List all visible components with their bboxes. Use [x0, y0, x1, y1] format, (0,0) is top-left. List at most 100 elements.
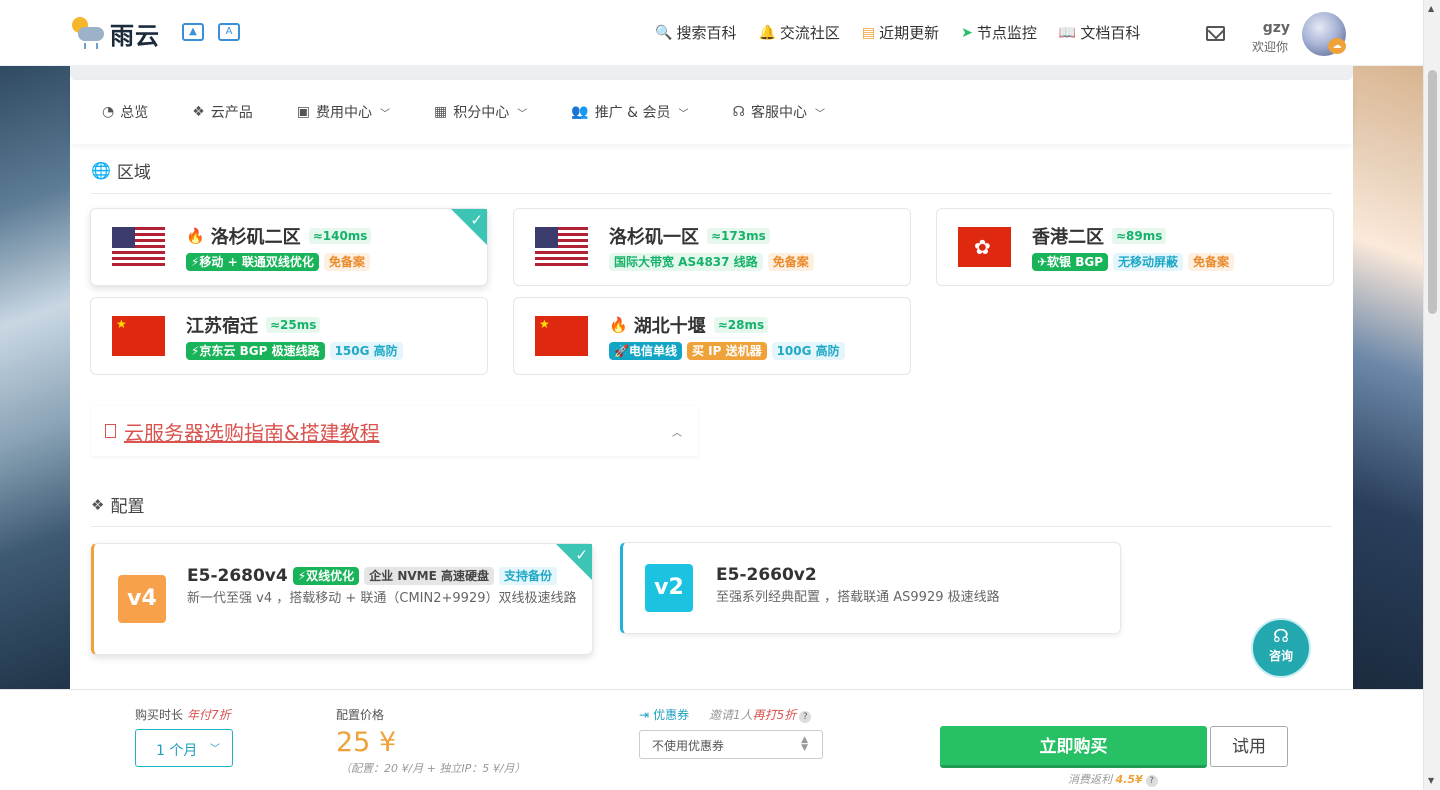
- config-tag: ⚡双线优化: [292, 567, 360, 585]
- document-icon: [105, 424, 116, 438]
- dashboard-icon: ◔: [102, 104, 115, 120]
- translate-icon[interactable]: A: [218, 23, 240, 41]
- coupon-label[interactable]: ⇥ 优惠券: [639, 706, 689, 723]
- headset-icon: ☊: [732, 104, 745, 120]
- price-breakdown: （配置：20 ¥/月 + 独立IP：5 ¥/月）: [340, 762, 526, 775]
- background-art-left: [0, 66, 70, 696]
- region-tag: 100G 高防: [771, 342, 845, 360]
- scroll-down-icon[interactable]: ▼: [1428, 776, 1434, 785]
- coupon-select[interactable]: 不使用优惠券 ▲ ▼: [639, 730, 823, 759]
- logo[interactable]: 雨云: [70, 15, 160, 51]
- region-card-jiangsu-suqian[interactable]: 江苏宿迁≈25ms ⚡京东云 BGP 极速线路 150G 高防: [90, 297, 488, 375]
- buy-now-button[interactable]: 立即购买: [940, 726, 1207, 768]
- duration-label: 购买时长 年付7折: [135, 708, 231, 722]
- check-icon: ✓: [470, 211, 483, 229]
- price-label: 配置价格: [336, 708, 385, 722]
- config-section-title: ❖ 配置: [91, 495, 145, 518]
- guide-collapsible[interactable]: 云服务器选购指南&搭建教程 ︿: [91, 406, 698, 456]
- chevron-down-icon: ﹀: [210, 744, 220, 755]
- hk-flag-icon: [958, 227, 1011, 267]
- background-art-right: [1353, 66, 1423, 696]
- region-card-hubei-shiyan[interactable]: 🔥湖北十堰≈28ms 🚀电信单线 买 IP 送机器 100G 高防: [513, 297, 911, 375]
- latency-badge: ≈25ms: [266, 317, 321, 333]
- guide-link[interactable]: 云服务器选购指南&搭建教程: [124, 417, 380, 446]
- mail-icon[interactable]: [1206, 26, 1225, 41]
- fire-icon: 🔥: [186, 227, 205, 245]
- subnav-billing[interactable]: ▣ 费用中心 ﹀: [297, 102, 390, 122]
- price-value: 25 ¥: [336, 727, 397, 758]
- chevron-down-icon: ﹀: [380, 108, 391, 120]
- weather-cloud-icon: [70, 15, 106, 51]
- subnav-cloud-products[interactable]: ❖ 云产品: [192, 102, 253, 122]
- config-card-e5-2680v4[interactable]: v4 E5-2680v4 ⚡双线优化 企业 NVME 高速硬盘 支持备份 新一代…: [91, 543, 593, 655]
- nav-docs[interactable]: 📖 文档百科: [1059, 22, 1140, 43]
- cloud-badge-icon: ☁: [1328, 38, 1346, 54]
- headset-icon: ☊: [1273, 626, 1289, 647]
- config-card-e5-2660v2[interactable]: v2 E5-2660v2 至强系列经典配置 ，搭载联通 AS9929 极速线路: [620, 542, 1121, 634]
- chevron-down-icon: ﹀: [678, 108, 689, 120]
- rebate-info: 消费返利 4.5¥?: [1068, 771, 1158, 787]
- region-tag: 无移动屏蔽: [1113, 253, 1184, 271]
- scroll-up-icon[interactable]: ▲: [1428, 4, 1434, 13]
- latency-badge: ≈89ms: [1112, 228, 1167, 244]
- sub-nav: ◔ 总览 ❖ 云产品 ▣ 费用中心 ﹀ ▦ 积分中心 ﹀ 👥 推广 & 会员 ﹀ ☊ 客服中心 ﹀: [70, 80, 1353, 144]
- scrollbar-thumb[interactable]: [1428, 70, 1437, 314]
- globe-icon: 🌐: [91, 161, 111, 180]
- chevron-up-icon[interactable]: ︿: [672, 424, 682, 439]
- invite-promo: 邀请1人再打5折?: [709, 706, 812, 723]
- chevron-down-icon: ﹀: [814, 108, 825, 120]
- user-name[interactable]: gzy: [1258, 20, 1290, 36]
- trial-button[interactable]: 试用: [1210, 726, 1288, 767]
- fire-icon: 🔥: [609, 316, 628, 334]
- search-icon: 🔍: [655, 24, 673, 41]
- send-icon: ➤: [961, 24, 973, 41]
- region-tag: 免备案: [767, 253, 814, 271]
- bell-icon: 🔔: [758, 24, 776, 41]
- us-flag-icon: [112, 227, 165, 267]
- region-card-la1[interactable]: 洛杉矶一区 ≈173ms 国际大带宽 AS4837 线路 免备案: [513, 208, 911, 286]
- region-tag: ⚡移动 + 联通双线优化: [186, 253, 319, 271]
- cubes-icon: ❖: [91, 495, 105, 514]
- top-nav: 🔍 搜索百科 🔔 交流社区 ▤ 近期更新 ➤ 节点监控 📖 文档百科: [655, 22, 1140, 43]
- region-section-title: 🌐 区域: [91, 161, 151, 183]
- page-scrollbar[interactable]: ▲ ▼: [1423, 0, 1440, 790]
- cn-flag-icon: [535, 316, 588, 356]
- image-icon[interactable]: ▲: [182, 23, 204, 41]
- region-tag: ✈软银 BGP: [1032, 253, 1109, 271]
- sort-icon: ▲ ▼: [801, 735, 808, 753]
- region-card-hk2[interactable]: 香港二区≈89ms ✈软银 BGP 无移动屏蔽 免备案: [936, 208, 1334, 286]
- help-icon[interactable]: ?: [799, 711, 812, 723]
- cn-flag-icon: [112, 316, 165, 356]
- sign-in-icon: ⇥: [639, 707, 650, 722]
- help-icon[interactable]: ?: [1145, 775, 1158, 787]
- region-tag: ⚡京东云 BGP 极速线路: [186, 342, 325, 360]
- config-description: 新一代至强 v4 ，搭载移动 + 联通（CMIN2+9929）双线极速线路: [187, 591, 577, 606]
- region-tag: 🚀电信单线: [609, 342, 682, 360]
- gift-icon: ▦: [434, 104, 448, 120]
- region-tag: 150G 高防: [329, 342, 403, 360]
- subnav-points[interactable]: ▦ 积分中心 ﹀: [434, 102, 527, 122]
- nav-updates[interactable]: ▤ 近期更新: [862, 22, 939, 43]
- duration-select[interactable]: 1 个月 ﹀: [135, 729, 233, 767]
- region-tag: 免备案: [1188, 253, 1235, 271]
- latency-badge: ≈28ms: [713, 317, 769, 333]
- user-greeting: 欢迎你: [1252, 40, 1289, 54]
- money-icon: ▣: [296, 104, 311, 120]
- subnav-support[interactable]: ☊ 客服中心 ﹀: [733, 102, 825, 122]
- nav-community[interactable]: 🔔 交流社区: [758, 22, 839, 43]
- subnav-overview[interactable]: ◔ 总览: [102, 102, 148, 122]
- v4-badge: v4: [118, 575, 166, 623]
- chevron-down-icon: ﹀: [517, 108, 528, 120]
- top-header: 雨云 ▲ A 🔍 搜索百科 🔔 交流社区 ▤ 近期更新 ➤ 节点监控 📖 文档百科 gzy…: [0, 0, 1423, 66]
- consult-button[interactable]: ☊ 咨询: [1251, 618, 1311, 678]
- config-tag: 企业 NVME 高速硬盘: [364, 567, 494, 585]
- subnav-referral[interactable]: 👥 推广 & 会员 ﹀: [571, 102, 688, 122]
- region-card-la2[interactable]: 🔥 洛杉矶二区 ≈140ms ⚡移动 + 联通双线优化 免备案 ✓: [90, 208, 488, 286]
- users-icon: 👥: [571, 104, 589, 120]
- nav-search-wiki[interactable]: 🔍 搜索百科: [655, 22, 736, 43]
- nav-node-monitor[interactable]: ➤ 节点监控: [961, 22, 1037, 43]
- logo-text: 雨云: [110, 21, 160, 50]
- config-tag: 支持备份: [499, 567, 558, 585]
- news-icon: ▤: [861, 24, 876, 41]
- us-flag-icon: [535, 227, 588, 267]
